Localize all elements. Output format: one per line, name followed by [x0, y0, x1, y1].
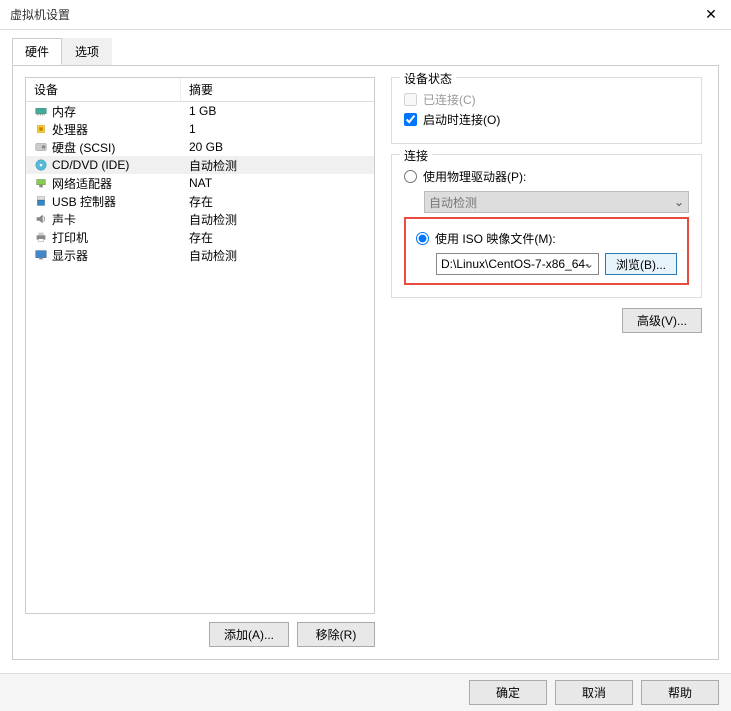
iso-path-combo[interactable]: D:\Linux\CentOS-7-x86_64-	[436, 253, 599, 275]
ok-button[interactable]: 确定	[469, 680, 547, 705]
printer-icon	[34, 230, 48, 244]
header-device: 设备	[26, 78, 181, 101]
device-name: 显示器	[52, 247, 88, 264]
device-name: USB 控制器	[52, 193, 116, 210]
iso-highlight-box: 使用 ISO 映像文件(M): D:\Linux\CentOS-7-x86_64…	[404, 217, 689, 285]
device-summary: 自动检测	[181, 246, 374, 265]
connection-group: 连接 使用物理驱动器(P): 自动检测 使用 ISO 映像文件(M):	[391, 154, 702, 298]
right-panel: 设备状态 已连接(C) 启动时连接(O) 连接 使用物理驱动器(P):	[387, 77, 706, 647]
iso-path-row: D:\Linux\CentOS-7-x86_64- 浏览(B)...	[436, 253, 677, 275]
table-header: 设备 摘要	[26, 78, 374, 102]
row-device: 打印机	[26, 228, 181, 247]
table-row[interactable]: 声卡 自动检测	[26, 210, 374, 228]
table-row[interactable]: 显示器 自动检测	[26, 246, 374, 264]
row-device: CD/DVD (IDE)	[26, 157, 181, 173]
device-summary: 1	[181, 121, 374, 137]
table-row[interactable]: 打印机 存在	[26, 228, 374, 246]
table-row[interactable]: CD/DVD (IDE) 自动检测	[26, 156, 374, 174]
auto-detect-text: 自动检测	[429, 194, 477, 211]
device-name: 内存	[52, 103, 76, 120]
sound-icon	[34, 212, 48, 226]
network-icon	[34, 176, 48, 190]
auto-detect-row: 自动检测	[424, 191, 689, 213]
auto-detect-combo: 自动检测	[424, 191, 689, 213]
connect-boot-label[interactable]: 启动时连接(O)	[423, 111, 500, 128]
add-button[interactable]: 添加(A)...	[209, 622, 289, 647]
row-device: 声卡	[26, 210, 181, 229]
connection-title: 连接	[400, 147, 432, 164]
device-name: 硬盘 (SCSI)	[52, 139, 115, 156]
row-device: 内存	[26, 102, 181, 121]
device-name: 打印机	[52, 229, 88, 246]
display-icon	[34, 248, 48, 262]
left-panel: 设备 摘要 内存1 GB处理器1硬盘 (SCSI)20 GBCD/DVD (ID…	[25, 77, 375, 647]
iso-label[interactable]: 使用 ISO 映像文件(M):	[435, 230, 556, 247]
window-title: 虚拟机设置	[10, 6, 701, 23]
advanced-button[interactable]: 高级(V)...	[622, 308, 702, 333]
table-row[interactable]: USB 控制器 存在	[26, 192, 374, 210]
footer: 确定 取消 帮助	[0, 673, 731, 711]
tab-hardware[interactable]: 硬件	[12, 38, 62, 65]
cd-icon	[34, 158, 48, 172]
connect-boot-checkbox[interactable]	[404, 113, 417, 126]
cpu-icon	[34, 122, 48, 136]
memory-icon	[34, 104, 48, 118]
table-row[interactable]: 内存 1 GB	[26, 102, 374, 120]
row-device: 网络适配器	[26, 174, 181, 193]
titlebar: 虚拟机设置 ✕	[0, 0, 731, 30]
device-name: 声卡	[52, 211, 76, 228]
tab-panel: 设备 摘要 内存1 GB处理器1硬盘 (SCSI)20 GBCD/DVD (ID…	[12, 65, 719, 660]
device-summary: 存在	[181, 228, 374, 247]
device-status-title: 设备状态	[400, 70, 456, 87]
device-table: 设备 摘要 内存1 GB处理器1硬盘 (SCSI)20 GBCD/DVD (ID…	[25, 77, 375, 614]
table-body: 内存 1 GB 处理器 1 硬盘 (SCSI) 20 GB CD/DVD (IDE) 自动检测…	[26, 102, 374, 264]
connected-row: 已连接(C)	[404, 91, 689, 108]
row-device: 处理器	[26, 120, 181, 139]
tab-options[interactable]: 选项	[62, 38, 112, 65]
close-button[interactable]: ✕	[701, 5, 721, 25]
connected-checkbox	[404, 93, 417, 106]
table-row[interactable]: 硬盘 (SCSI) 20 GB	[26, 138, 374, 156]
row-device: USB 控制器	[26, 192, 181, 211]
device-status-group: 设备状态 已连接(C) 启动时连接(O)	[391, 77, 702, 144]
device-name: 处理器	[52, 121, 88, 138]
row-device: 硬盘 (SCSI)	[26, 138, 181, 157]
advanced-row: 高级(V)...	[391, 308, 702, 333]
tabs: 硬件 选项	[12, 38, 719, 66]
connect-boot-row: 启动时连接(O)	[404, 111, 689, 128]
physical-label[interactable]: 使用物理驱动器(P):	[423, 168, 526, 185]
device-name: CD/DVD (IDE)	[52, 158, 129, 172]
table-row[interactable]: 处理器 1	[26, 120, 374, 138]
device-summary: 自动检测	[181, 210, 374, 229]
table-row[interactable]: 网络适配器 NAT	[26, 174, 374, 192]
physical-row: 使用物理驱动器(P):	[404, 168, 689, 185]
iso-path-text: D:\Linux\CentOS-7-x86_64-	[441, 257, 589, 271]
header-summary: 摘要	[181, 78, 374, 101]
device-summary: 1 GB	[181, 103, 374, 119]
iso-row: 使用 ISO 映像文件(M):	[416, 230, 677, 247]
cancel-button[interactable]: 取消	[555, 680, 633, 705]
device-summary: 20 GB	[181, 139, 374, 155]
row-device: 显示器	[26, 246, 181, 265]
device-summary: 存在	[181, 192, 374, 211]
connected-label: 已连接(C)	[423, 91, 476, 108]
device-summary: NAT	[181, 175, 374, 191]
remove-button[interactable]: 移除(R)	[297, 622, 375, 647]
content: 硬件 选项 设备 摘要 内存1 GB处理器1硬盘 (SCSI)20 GBCD/D…	[0, 30, 731, 660]
device-name: 网络适配器	[52, 175, 112, 192]
device-summary: 自动检测	[181, 156, 374, 175]
disk-icon	[34, 140, 48, 154]
iso-radio[interactable]	[416, 232, 429, 245]
physical-radio[interactable]	[404, 170, 417, 183]
left-buttons: 添加(A)... 移除(R)	[25, 622, 375, 647]
help-button[interactable]: 帮助	[641, 680, 719, 705]
usb-icon	[34, 194, 48, 208]
browse-button[interactable]: 浏览(B)...	[605, 253, 677, 275]
